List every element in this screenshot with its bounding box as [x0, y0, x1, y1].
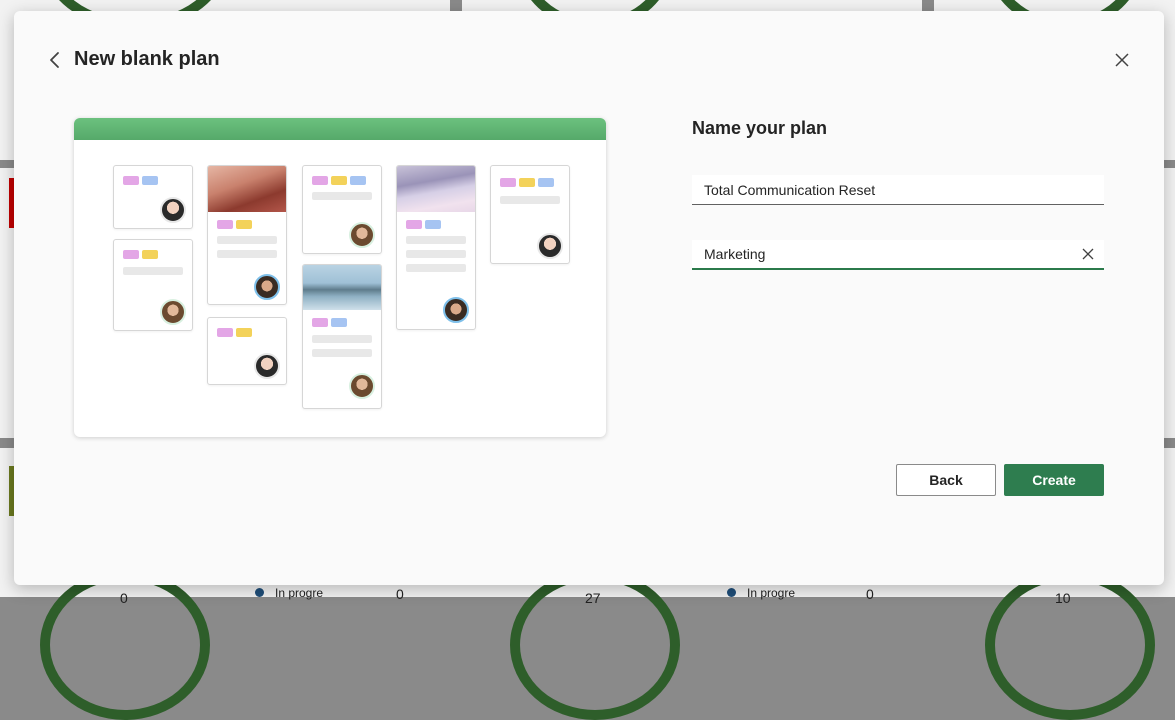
placeholder-line	[312, 192, 372, 200]
new-plan-dialog: New blank plan Name your plan Total Comm…	[14, 11, 1164, 585]
avatar	[160, 197, 186, 223]
preview-header-bar	[74, 118, 606, 140]
clear-icon[interactable]	[1082, 248, 1094, 260]
dialog-title: New blank plan	[74, 48, 220, 70]
placeholder-line	[123, 267, 183, 275]
label-tag	[538, 178, 554, 187]
avatar	[160, 299, 186, 325]
preview-task-card	[113, 165, 193, 229]
cover-image	[397, 166, 475, 212]
avatar	[349, 222, 375, 248]
label-tag	[350, 176, 366, 185]
label-tag	[312, 318, 328, 327]
preview-task-card	[302, 165, 382, 254]
placeholder-line	[312, 335, 372, 343]
legend-dot	[255, 588, 264, 597]
placeholder-line	[312, 349, 372, 357]
legend-dot	[727, 588, 736, 597]
legend-count: 0	[866, 586, 874, 602]
label-tag	[236, 220, 252, 229]
group-input[interactable]	[692, 240, 1104, 270]
legend-label: In progre	[275, 586, 324, 600]
label-tag	[331, 318, 347, 327]
preview-task-card	[302, 264, 382, 409]
placeholder-line	[406, 264, 466, 272]
placeholder-line	[217, 236, 277, 244]
donut-value: 27	[585, 590, 601, 606]
placeholder-line	[500, 196, 560, 204]
avatar	[443, 297, 469, 323]
label-tag	[519, 178, 535, 187]
preview-task-card	[490, 165, 570, 264]
plan-preview-illustration	[74, 118, 606, 437]
placeholder-line	[406, 250, 466, 258]
create-button[interactable]: Create	[1004, 464, 1104, 496]
avatar	[254, 274, 280, 300]
avatar	[537, 233, 563, 259]
donut-value: 10	[1055, 590, 1071, 606]
label-tag	[406, 220, 422, 229]
back-button[interactable]: Back	[896, 464, 996, 496]
avatar	[349, 373, 375, 399]
label-tag	[217, 220, 233, 229]
preview-task-card	[207, 165, 287, 305]
label-tag	[217, 328, 233, 337]
label-tag	[331, 176, 347, 185]
preview-task-card	[207, 317, 287, 385]
placeholder-line	[406, 236, 466, 244]
legend-label: In progre	[747, 586, 796, 600]
cover-image	[208, 166, 286, 212]
cover-image	[303, 265, 381, 310]
close-icon[interactable]	[1115, 53, 1129, 67]
chevron-left-icon[interactable]	[48, 51, 62, 69]
legend-count: 0	[396, 586, 404, 602]
label-tag	[500, 178, 516, 187]
name-plan-heading: Name your plan	[692, 118, 828, 138]
label-tag	[425, 220, 441, 229]
donut-value: 0	[120, 590, 128, 606]
placeholder-line	[217, 250, 277, 258]
preview-task-card	[396, 165, 476, 330]
label-tag	[142, 176, 158, 185]
label-tag	[123, 176, 139, 185]
plan-name-input[interactable]	[692, 175, 1104, 205]
avatar	[254, 353, 280, 379]
label-tag	[312, 176, 328, 185]
label-tag	[236, 328, 252, 337]
label-tag	[142, 250, 158, 259]
label-tag	[123, 250, 139, 259]
preview-task-card	[113, 239, 193, 331]
